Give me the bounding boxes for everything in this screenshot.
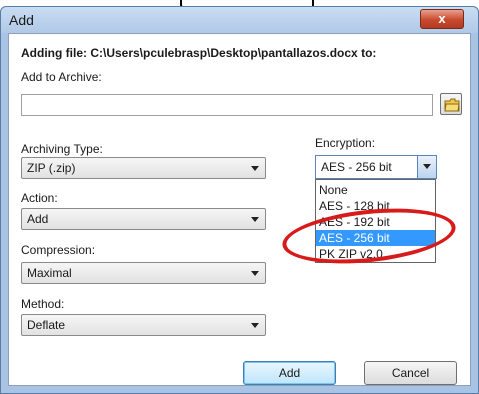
add-to-archive-label: Add to Archive: bbox=[21, 70, 102, 84]
close-button[interactable]: x bbox=[420, 9, 464, 29]
encryption-dropdown-button[interactable] bbox=[417, 156, 436, 178]
folder-icon bbox=[444, 98, 460, 112]
chevron-down-icon bbox=[251, 166, 259, 171]
cancel-button[interactable]: Cancel bbox=[364, 361, 457, 385]
method-value: Deflate bbox=[27, 318, 66, 332]
encryption-value: AES - 256 bit bbox=[321, 160, 392, 174]
encryption-label: Encryption: bbox=[315, 136, 376, 150]
title-bar: Add x bbox=[1, 7, 478, 33]
chevron-down-icon bbox=[251, 323, 259, 328]
chevron-down-icon bbox=[423, 164, 431, 169]
archiving-type-select[interactable]: ZIP (.zip) bbox=[21, 157, 266, 179]
add-button[interactable]: Add bbox=[243, 361, 336, 385]
archiving-type-value: ZIP (.zip) bbox=[27, 161, 76, 175]
add-dialog-window: Add x Adding file: C:\Users\pculebrasp\D… bbox=[0, 6, 479, 394]
compression-select[interactable]: Maximal bbox=[21, 262, 266, 284]
chevron-down-icon bbox=[251, 217, 259, 222]
compression-value: Maximal bbox=[27, 266, 72, 280]
browse-button[interactable] bbox=[440, 93, 462, 115]
close-icon: x bbox=[438, 11, 446, 26]
archive-path-input[interactable] bbox=[21, 94, 433, 116]
window-title: Add bbox=[9, 12, 34, 28]
encryption-select[interactable]: AES - 256 bit bbox=[315, 155, 437, 179]
action-label: Action: bbox=[21, 191, 58, 205]
action-value: Add bbox=[27, 212, 49, 226]
archiving-type-label: Archiving Type: bbox=[21, 142, 103, 156]
method-select[interactable]: Deflate bbox=[21, 314, 266, 336]
chevron-down-icon bbox=[251, 271, 259, 276]
encryption-option[interactable]: None bbox=[316, 182, 435, 198]
method-label: Method: bbox=[21, 297, 65, 311]
action-select[interactable]: Add bbox=[21, 208, 266, 230]
compression-label: Compression: bbox=[21, 243, 96, 257]
adding-file-heading: Adding file: C:\Users\pculebrasp\Desktop… bbox=[21, 46, 377, 60]
